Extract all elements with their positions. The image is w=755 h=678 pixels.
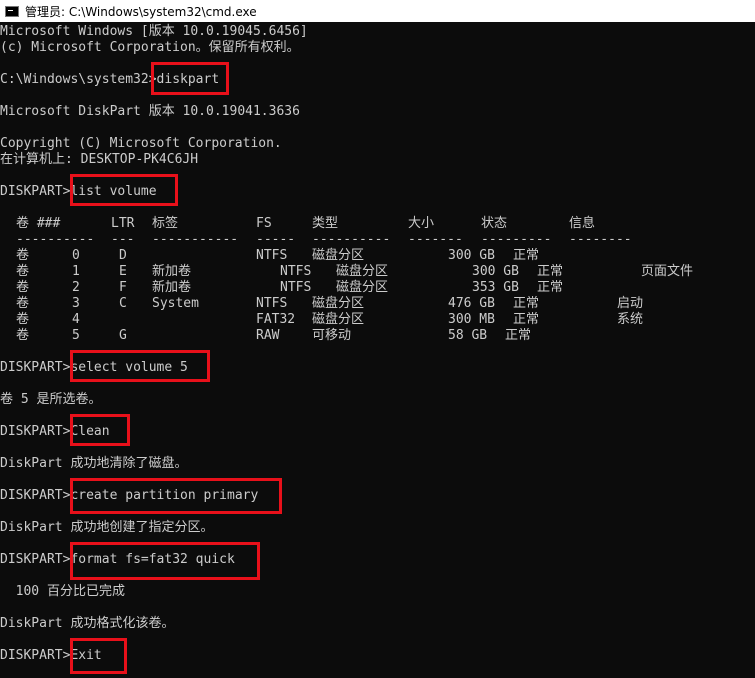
format-progress-line: 100 百分比已完成 <box>0 584 125 599</box>
volume-cell: 卷 <box>16 280 30 295</box>
volume-cell: 卷 <box>16 264 30 279</box>
column-header: FS <box>256 216 272 231</box>
os-version-line: Microsoft Windows [版本 10.0.19045.6456] <box>0 24 308 39</box>
column-header: 卷 ### <box>16 216 61 231</box>
highlight-box-exit <box>70 638 127 674</box>
volume-number-cell: 4 <box>72 312 80 327</box>
volume-number-cell: 5 <box>72 328 80 343</box>
volume-number-cell: 3 <box>72 296 80 311</box>
fs-cell: FAT32 <box>256 312 296 327</box>
diskpart-prompt: DISKPART> <box>0 360 71 375</box>
ltr-cell: F <box>119 280 127 295</box>
size-cell: 300 GB <box>472 264 519 279</box>
separator-dashes: ---------- <box>16 232 95 247</box>
highlight-box-list-volume <box>70 174 178 206</box>
window-title: 管理员: C:\Windows\system32\cmd.exe <box>25 4 257 19</box>
fs-cell: NTFS <box>280 264 312 279</box>
cmd-window: 管理员: C:\Windows\system32\cmd.exe Microso… <box>0 0 755 678</box>
separator-dashes: --- <box>111 232 135 247</box>
diskpart-prompt: DISKPART> <box>0 552 71 567</box>
highlight-box-clean <box>70 414 130 446</box>
info-cell: 页面文件 <box>641 264 694 279</box>
type-cell: 磁盘分区 <box>312 296 365 311</box>
highlight-box-format <box>70 542 260 580</box>
volume-cell: 卷 <box>16 296 30 311</box>
size-cell: 300 GB <box>448 248 495 263</box>
highlight-box-select-volume <box>70 350 210 382</box>
fs-cell: NTFS <box>256 296 288 311</box>
size-cell: 353 GB <box>472 280 519 295</box>
type-cell: 磁盘分区 <box>312 248 365 263</box>
separator-dashes: -------- <box>569 232 632 247</box>
volume-cell: 卷 <box>16 328 30 343</box>
status-cell: 正常 <box>505 328 532 343</box>
create-partition-result-line: DiskPart 成功地创建了指定分区。 <box>0 520 214 535</box>
column-header: 状态 <box>481 216 508 231</box>
label-cell: 新加卷 <box>152 280 192 295</box>
select-result-line: 卷 5 是所选卷。 <box>0 392 102 407</box>
status-cell: 正常 <box>513 312 540 327</box>
status-cell: 正常 <box>513 296 540 311</box>
ltr-cell: G <box>119 328 127 343</box>
status-cell: 正常 <box>537 280 564 295</box>
title-bar[interactable]: 管理员: C:\Windows\system32\cmd.exe <box>0 0 755 22</box>
volume-number-cell: 1 <box>72 264 80 279</box>
cmd-icon <box>5 5 19 17</box>
volume-cell: 卷 <box>16 312 30 327</box>
highlight-box-diskpart <box>151 62 229 95</box>
separator-dashes: ---------- <box>312 232 391 247</box>
status-cell: 正常 <box>537 264 564 279</box>
diskpart-prompt: DISKPART> <box>0 184 71 199</box>
volume-cell: 卷 <box>16 248 30 263</box>
ltr-cell: E <box>119 264 127 279</box>
size-cell: 58 GB <box>448 328 488 343</box>
info-cell: 系统 <box>617 312 644 327</box>
copyright-line: (c) Microsoft Corporation。保留所有权利。 <box>0 40 300 55</box>
type-cell: 磁盘分区 <box>312 312 365 327</box>
type-cell: 磁盘分区 <box>336 264 389 279</box>
column-header: LTR <box>111 216 135 231</box>
type-cell: 可移动 <box>312 328 352 343</box>
column-header: 标签 <box>152 216 179 231</box>
ltr-cell: D <box>119 248 127 263</box>
column-header: 信息 <box>569 216 596 231</box>
separator-dashes: --------- <box>481 232 552 247</box>
fs-cell: RAW <box>256 328 280 343</box>
ltr-cell: C <box>119 296 127 311</box>
diskpart-prompt: DISKPART> <box>0 648 71 663</box>
column-header: 类型 <box>312 216 339 231</box>
label-cell: System <box>152 296 199 311</box>
highlight-box-create-partition <box>70 478 282 514</box>
diskpart-prompt: DISKPART> <box>0 424 71 439</box>
separator-dashes: ----------- <box>152 232 239 247</box>
separator-dashes: ----- <box>256 232 296 247</box>
status-cell: 正常 <box>513 248 540 263</box>
column-header: 大小 <box>408 216 435 231</box>
fs-cell: NTFS <box>256 248 288 263</box>
format-result-line: DiskPart 成功格式化该卷。 <box>0 616 175 631</box>
computer-name-line: 在计算机上: DESKTOP-PK4C6JH <box>0 152 199 167</box>
separator-dashes: ------- <box>408 232 463 247</box>
label-cell: 新加卷 <box>152 264 192 279</box>
info-cell: 启动 <box>617 296 644 311</box>
diskpart-copyright-line: Copyright (C) Microsoft Corporation. <box>0 136 282 151</box>
volume-number-cell: 0 <box>72 248 80 263</box>
fs-cell: NTFS <box>280 280 312 295</box>
diskpart-prompt: DISKPART> <box>0 488 71 503</box>
console-output[interactable]: Microsoft Windows [版本 10.0.19045.6456] (… <box>0 22 755 678</box>
type-cell: 磁盘分区 <box>336 280 389 295</box>
size-cell: 300 MB <box>448 312 495 327</box>
diskpart-version-line: Microsoft DiskPart 版本 10.0.19041.3636 <box>0 104 300 119</box>
volume-number-cell: 2 <box>72 280 80 295</box>
shell-prompt: C:\Windows\system32> <box>0 72 157 87</box>
size-cell: 476 GB <box>448 296 495 311</box>
clean-result-line: DiskPart 成功地清除了磁盘。 <box>0 456 188 471</box>
